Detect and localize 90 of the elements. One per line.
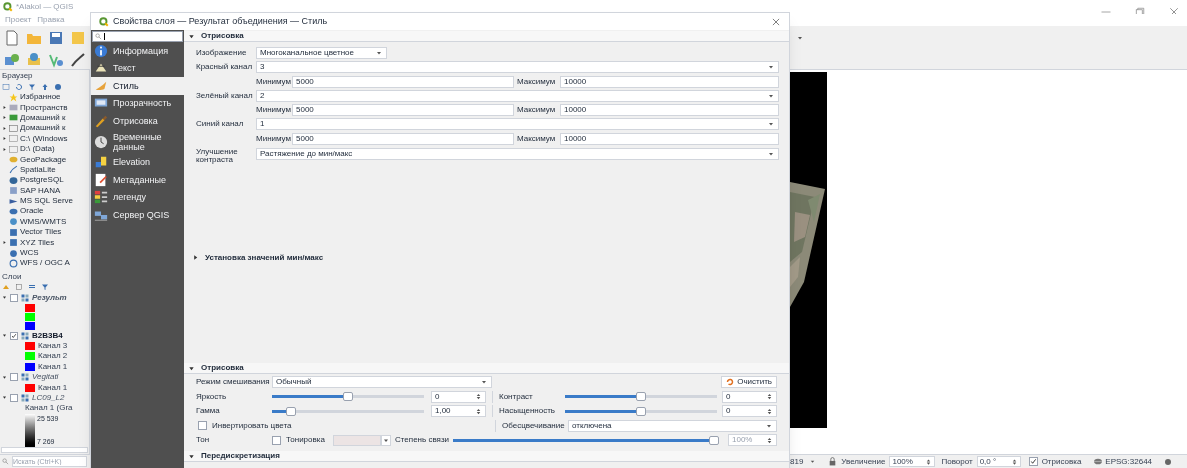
spin-box[interactable]: 0 <box>722 390 777 403</box>
dropdown[interactable]: Обычный <box>272 376 492 389</box>
nav-item[interactable]: Текст <box>91 59 184 77</box>
field-label: Максимум <box>517 132 557 145</box>
field-label: Синий канал <box>196 118 245 131</box>
field-label: Контраст <box>499 390 534 403</box>
field-label: Минимум <box>256 132 292 145</box>
nav-item[interactable]: Прозрачность <box>91 94 184 112</box>
checkbox-label: Отрисовка <box>1041 455 1082 468</box>
field-label: Степень связи <box>395 434 451 447</box>
crs-button[interactable]: EPSG:32644 <box>1093 455 1153 468</box>
tree-item[interactable]: Избранное <box>20 92 61 103</box>
field-label: Гамма <box>196 405 221 418</box>
field-label: Максимум <box>517 104 557 117</box>
tree-item[interactable]: WCS <box>20 248 39 259</box>
nav-item[interactable]: Стиль <box>91 77 184 95</box>
field-label: Насыщенность <box>499 405 557 418</box>
layer-name[interactable]: Результ <box>32 291 67 304</box>
input-field[interactable]: 5000 <box>292 132 514 145</box>
tree-item[interactable]: WMS/WMTS <box>20 216 67 227</box>
input-field[interactable]: 10000 <box>560 132 779 145</box>
tree-item[interactable]: SAP HANA <box>20 185 61 196</box>
dropdown[interactable]: Растяжение до мин/макс <box>256 148 779 161</box>
field-label: Максимум <box>517 75 557 88</box>
nav-item[interactable]: Информация <box>91 42 184 60</box>
panel-title: Браузер <box>1 70 34 81</box>
section-header[interactable]: Отрисовка <box>184 31 789 42</box>
window-title: Свойства слоя — Результат объединения — Стиль <box>113 14 328 28</box>
nav-item[interactable]: легенду <box>91 188 184 206</box>
window-title: *Alakol — QGIS <box>16 1 74 13</box>
tree-item[interactable]: Oracle <box>20 206 44 217</box>
tree-item[interactable]: Домашний к <box>20 112 66 123</box>
input-field[interactable]: 10000 <box>560 75 779 88</box>
tree-item[interactable]: SpatiaLite <box>20 164 56 175</box>
dropdown[interactable]: 2 <box>256 89 779 102</box>
spin-box[interactable]: 100% <box>889 456 936 467</box>
tree-item[interactable]: PostgreSQL <box>20 175 64 186</box>
legend-label: Канал 1 <box>38 381 68 394</box>
layer-name[interactable]: LC09_L2 <box>32 392 65 404</box>
spin-box[interactable]: 0 <box>722 405 777 418</box>
legend-label: Канал 1 (Gra <box>25 402 73 415</box>
dropdown[interactable]: Многоканальное цветное <box>256 47 387 59</box>
input-field[interactable]: 5000 <box>292 104 514 117</box>
tree-item[interactable]: WFS / OGC A <box>20 258 70 269</box>
legend-label: Канал 1 <box>38 360 68 373</box>
tree-item[interactable]: Vector Tiles <box>20 227 62 238</box>
nav-item[interactable]: Метаданные <box>91 171 184 189</box>
tree-item[interactable]: Пространств <box>20 102 68 113</box>
dropdown[interactable]: 3 <box>256 61 779 74</box>
tree-item[interactable]: GeoPackage <box>20 154 67 165</box>
input-field[interactable]: 5000 <box>292 75 514 88</box>
field-label: Яркость <box>196 390 228 403</box>
field-label: Изображение <box>196 47 248 59</box>
section-header[interactable]: Передискретизация <box>184 451 789 463</box>
dropdown[interactable]: отключена <box>568 419 777 432</box>
input-field[interactable]: 10000 <box>560 104 779 117</box>
status-label: Увеличение <box>841 455 886 468</box>
tree-item[interactable]: XYZ Tiles <box>20 237 55 248</box>
nav-item[interactable]: Отрисовка <box>91 112 184 130</box>
nav-item[interactable]: Временные данные <box>91 129 184 154</box>
tree-item[interactable]: Домашний к <box>20 123 66 134</box>
field-label: Минимум <box>256 104 292 117</box>
field-label: Минимум <box>256 75 292 88</box>
field-label: Красный канал <box>196 61 254 74</box>
section-header[interactable]: Отрисовка <box>184 363 789 375</box>
field-label: Режим смешивания <box>196 376 271 389</box>
layer-name[interactable]: Vegitati <box>32 371 59 384</box>
spin-box[interactable]: 0 <box>431 390 486 403</box>
legend-label: Канал 2 <box>38 350 68 363</box>
status-label: Поворот <box>941 455 973 468</box>
section-header[interactable]: Установка значений мин/макс <box>192 252 324 264</box>
field-label: Обесцвечивание <box>502 419 566 432</box>
dropdown[interactable]: 1 <box>256 118 779 131</box>
nav-item[interactable]: Elevation <box>91 153 184 171</box>
field-label: Тон <box>196 434 211 447</box>
layer-name[interactable]: B2B3B4 <box>32 329 63 342</box>
field-label: Инвертировать цвета <box>212 419 293 432</box>
spin-box[interactable]: 0,0 ° <box>976 456 1021 467</box>
field-label: Тонировка <box>286 434 326 447</box>
coordinate-dropdown[interactable]: 819 <box>790 455 817 468</box>
panel-title: Слои <box>1 270 23 282</box>
tree-item[interactable]: D:\ (Data) <box>20 144 55 155</box>
nav-item[interactable]: Сервер QGIS <box>91 206 184 224</box>
spin-box[interactable]: 1,00 <box>431 405 486 418</box>
field-label: Зелёный канал <box>196 89 254 102</box>
tree-item[interactable]: MS SQL Serve <box>20 196 74 207</box>
field-label: Улучшение контраста <box>196 148 239 165</box>
reset-button[interactable]: Очистить <box>721 376 777 389</box>
tree-item[interactable]: C:\ (Windows <box>20 133 68 144</box>
legend-label: Канал 3 <box>38 340 68 353</box>
